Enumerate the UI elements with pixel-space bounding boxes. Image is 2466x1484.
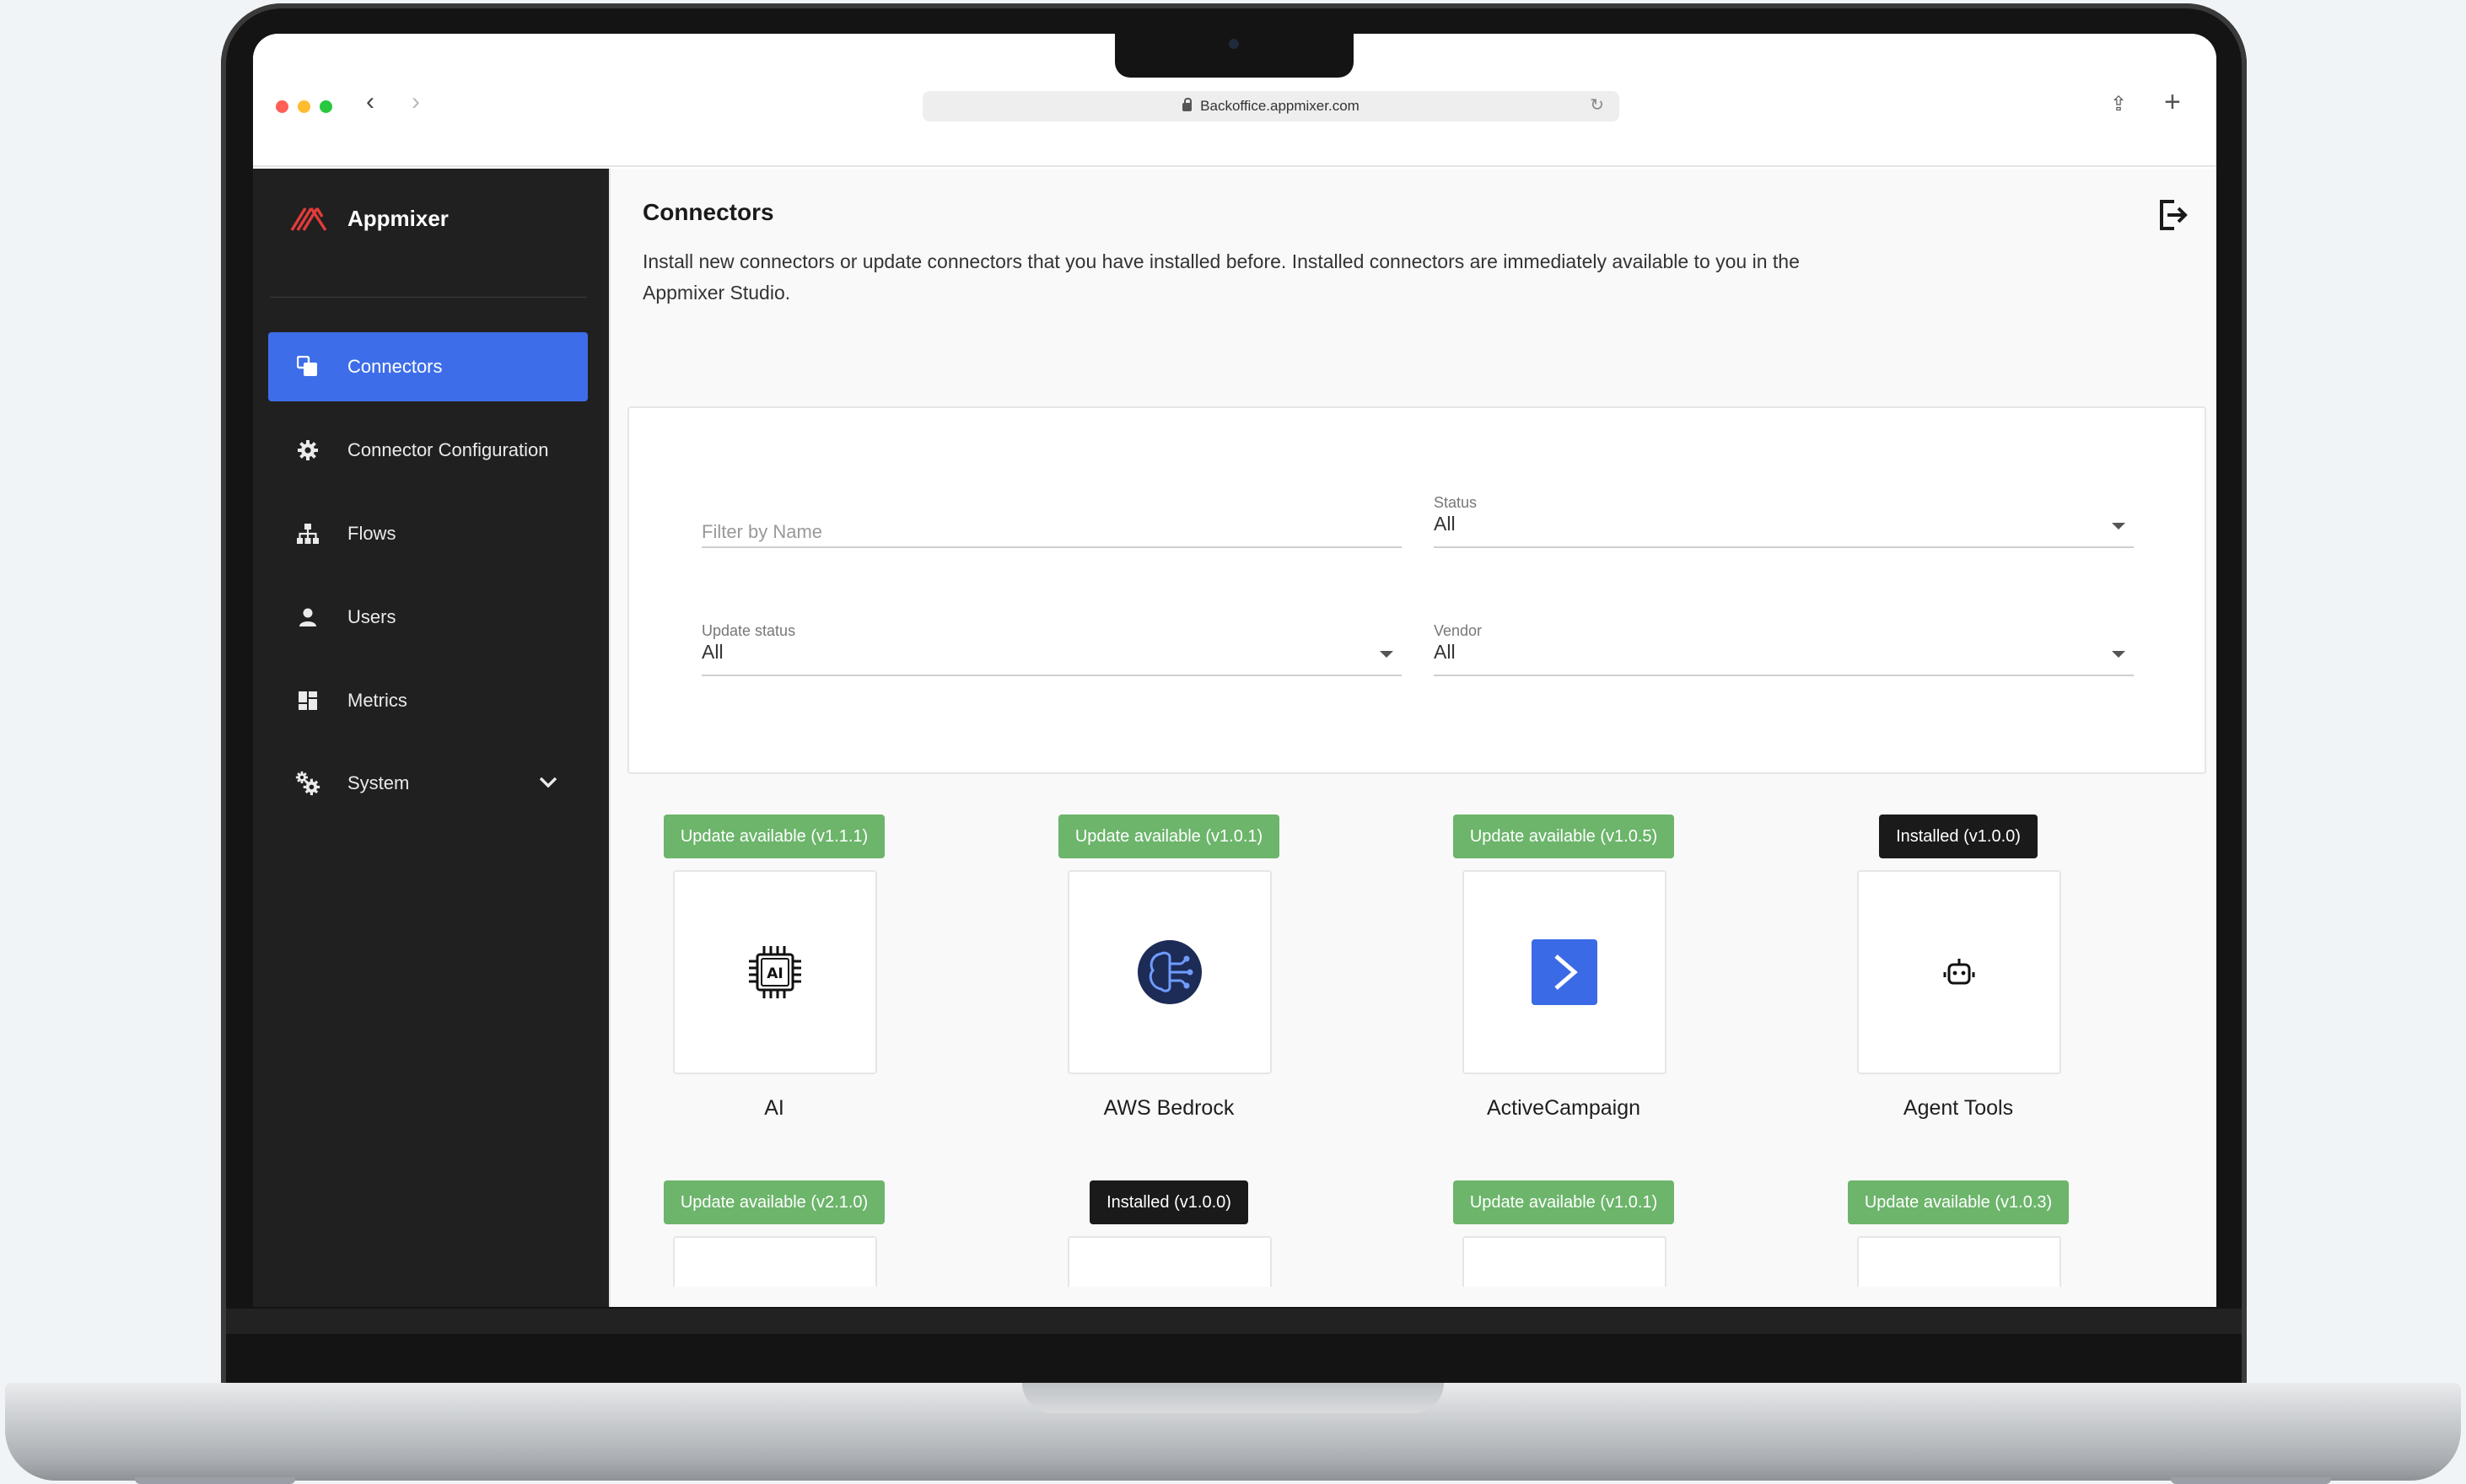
installed-badge: Installed (v1.0.0) [1090, 1180, 1248, 1224]
connector-tile[interactable] [1462, 1236, 1666, 1287]
camera-notch [1115, 30, 1354, 78]
connector-name: Agent Tools [1903, 1096, 2014, 1120]
connector-name: AWS Bedrock [1103, 1096, 1235, 1120]
connector-card[interactable]: Update available (v1.1.1) AI AI [648, 815, 901, 1120]
connector-card[interactable]: Installed (v1.0.0) Agent Tools [1832, 815, 2085, 1120]
sidebar-item-connectors[interactable]: Connectors [268, 332, 588, 401]
sitemap-icon [295, 521, 320, 546]
logout-icon[interactable] [2157, 199, 2189, 235]
laptop-foot [2171, 1477, 2331, 1484]
connector-tile[interactable] [673, 1236, 877, 1287]
connector-card[interactable]: Update available (v2.1.0) [648, 1180, 901, 1287]
update-status-select[interactable]: Update status All [702, 622, 1402, 676]
update-status-value: All [702, 641, 724, 663]
update-badge: Update available (v1.0.1) [1058, 815, 1280, 858]
appmixer-logo-icon [290, 207, 327, 231]
dropdown-arrow-icon [2112, 651, 2125, 658]
activecampaign-icon [1532, 939, 1597, 1005]
sidebar-item-connector-configuration[interactable]: Connector Configuration [268, 416, 588, 485]
sidebar: Appmixer Connectors Connector Configurat… [253, 169, 609, 1307]
connectors-icon [295, 354, 320, 379]
connector-name: ActiveCampaign [1486, 1096, 1641, 1120]
minimize-window-icon[interactable] [298, 100, 310, 113]
svg-text:AI: AI [767, 965, 783, 982]
update-badge: Update available (v1.1.1) [663, 815, 886, 858]
back-icon[interactable]: ‹ [366, 89, 374, 115]
maximize-window-icon[interactable] [320, 100, 332, 113]
vendor-value: All [1434, 641, 1456, 663]
sidebar-item-label: Connectors [347, 356, 443, 377]
lock-icon [1182, 98, 1193, 111]
laptop-bezel-bottom [226, 1309, 2242, 1334]
chevron-down-icon[interactable] [539, 772, 557, 793]
sidebar-item-label: Flows [347, 523, 396, 544]
connector-tile[interactable] [1462, 870, 1666, 1074]
forward-icon[interactable]: › [412, 89, 420, 115]
connector-tile[interactable] [1857, 1236, 2061, 1287]
brand[interactable]: Appmixer [290, 206, 449, 232]
reload-icon[interactable]: ↻ [1590, 94, 1604, 116]
connector-card[interactable]: Update available (v1.0.1) AWS Bedrock [1042, 815, 1295, 1120]
ai-chip-icon: AI [749, 946, 801, 998]
filter-by-name-placeholder: Filter by Name [702, 521, 823, 542]
page-description: Install new connectors or update connect… [643, 250, 1800, 304]
sidebar-item-flows[interactable]: Flows [268, 499, 588, 568]
user-icon [295, 605, 320, 630]
brand-name: Appmixer [347, 206, 449, 231]
divider [270, 297, 587, 298]
connector-card[interactable]: Update available (v1.0.3) [1832, 1180, 2085, 1287]
update-status-label: Update status [702, 622, 796, 639]
filter-panel: Filter by Name Status All Update status … [627, 406, 2206, 774]
page-title: Connectors [643, 199, 774, 225]
screen: ‹ › Backoffice.appmixer.com ↻ ⇪ + Appmix… [253, 34, 2216, 1307]
vendor-select[interactable]: Vendor All [1434, 622, 2134, 676]
dashboard-icon [295, 688, 320, 713]
update-badge: Update available (v1.0.5) [1452, 815, 1675, 858]
sidebar-item-metrics[interactable]: Metrics [268, 666, 588, 735]
robot-icon [1943, 959, 1975, 985]
sidebar-item-label: Metrics [347, 690, 407, 711]
connector-card[interactable]: Update available (v1.0.1) [1437, 1180, 1690, 1287]
share-icon[interactable]: ⇪ [2110, 94, 2127, 115]
laptop-foot [135, 1477, 295, 1484]
camera-icon [1229, 39, 1239, 49]
main-content: Connectors Install new connectors or upd… [609, 169, 2216, 1307]
update-badge: Update available (v1.0.1) [1452, 1180, 1675, 1224]
sidebar-item-label: Connector Configuration [347, 439, 549, 460]
aws-bedrock-icon [1138, 940, 1202, 1004]
sidebar-item-system[interactable]: System [268, 749, 588, 818]
dropdown-arrow-icon [2112, 523, 2125, 530]
sidebar-item-users[interactable]: Users [268, 583, 588, 652]
filter-by-name-input[interactable]: Filter by Name [702, 494, 1402, 548]
connector-tile[interactable] [1068, 870, 1272, 1074]
cogs-icon [295, 771, 320, 796]
status-value: All [1434, 513, 1456, 535]
connector-name: AI [764, 1096, 784, 1120]
installed-badge: Installed (v1.0.0) [1879, 815, 2038, 858]
update-badge: Update available (v2.1.0) [663, 1180, 886, 1224]
dropdown-arrow-icon [1380, 651, 1393, 658]
gear-icon [295, 438, 320, 463]
url-text: Backoffice.appmixer.com [1200, 98, 1360, 114]
close-window-icon[interactable] [276, 100, 288, 113]
connector-tile[interactable] [1857, 870, 2061, 1074]
update-badge: Update available (v1.0.3) [1847, 1180, 2070, 1224]
status-select[interactable]: Status All [1434, 494, 2134, 548]
sidebar-item-label: System [347, 772, 410, 793]
sidebar-item-label: Users [347, 606, 396, 627]
address-bar[interactable]: Backoffice.appmixer.com ↻ [923, 91, 1619, 121]
connector-tile[interactable]: AI [673, 870, 877, 1074]
connector-card[interactable]: Update available (v1.0.5) ActiveCampaign [1437, 815, 1690, 1120]
new-tab-icon[interactable]: + [2164, 88, 2181, 116]
vendor-label: Vendor [1434, 622, 1483, 639]
status-label: Status [1434, 494, 1478, 511]
laptop-base-notch [1022, 1383, 1444, 1413]
connector-card[interactable]: Installed (v1.0.0) [1042, 1180, 1295, 1287]
connector-tile[interactable] [1068, 1236, 1272, 1287]
